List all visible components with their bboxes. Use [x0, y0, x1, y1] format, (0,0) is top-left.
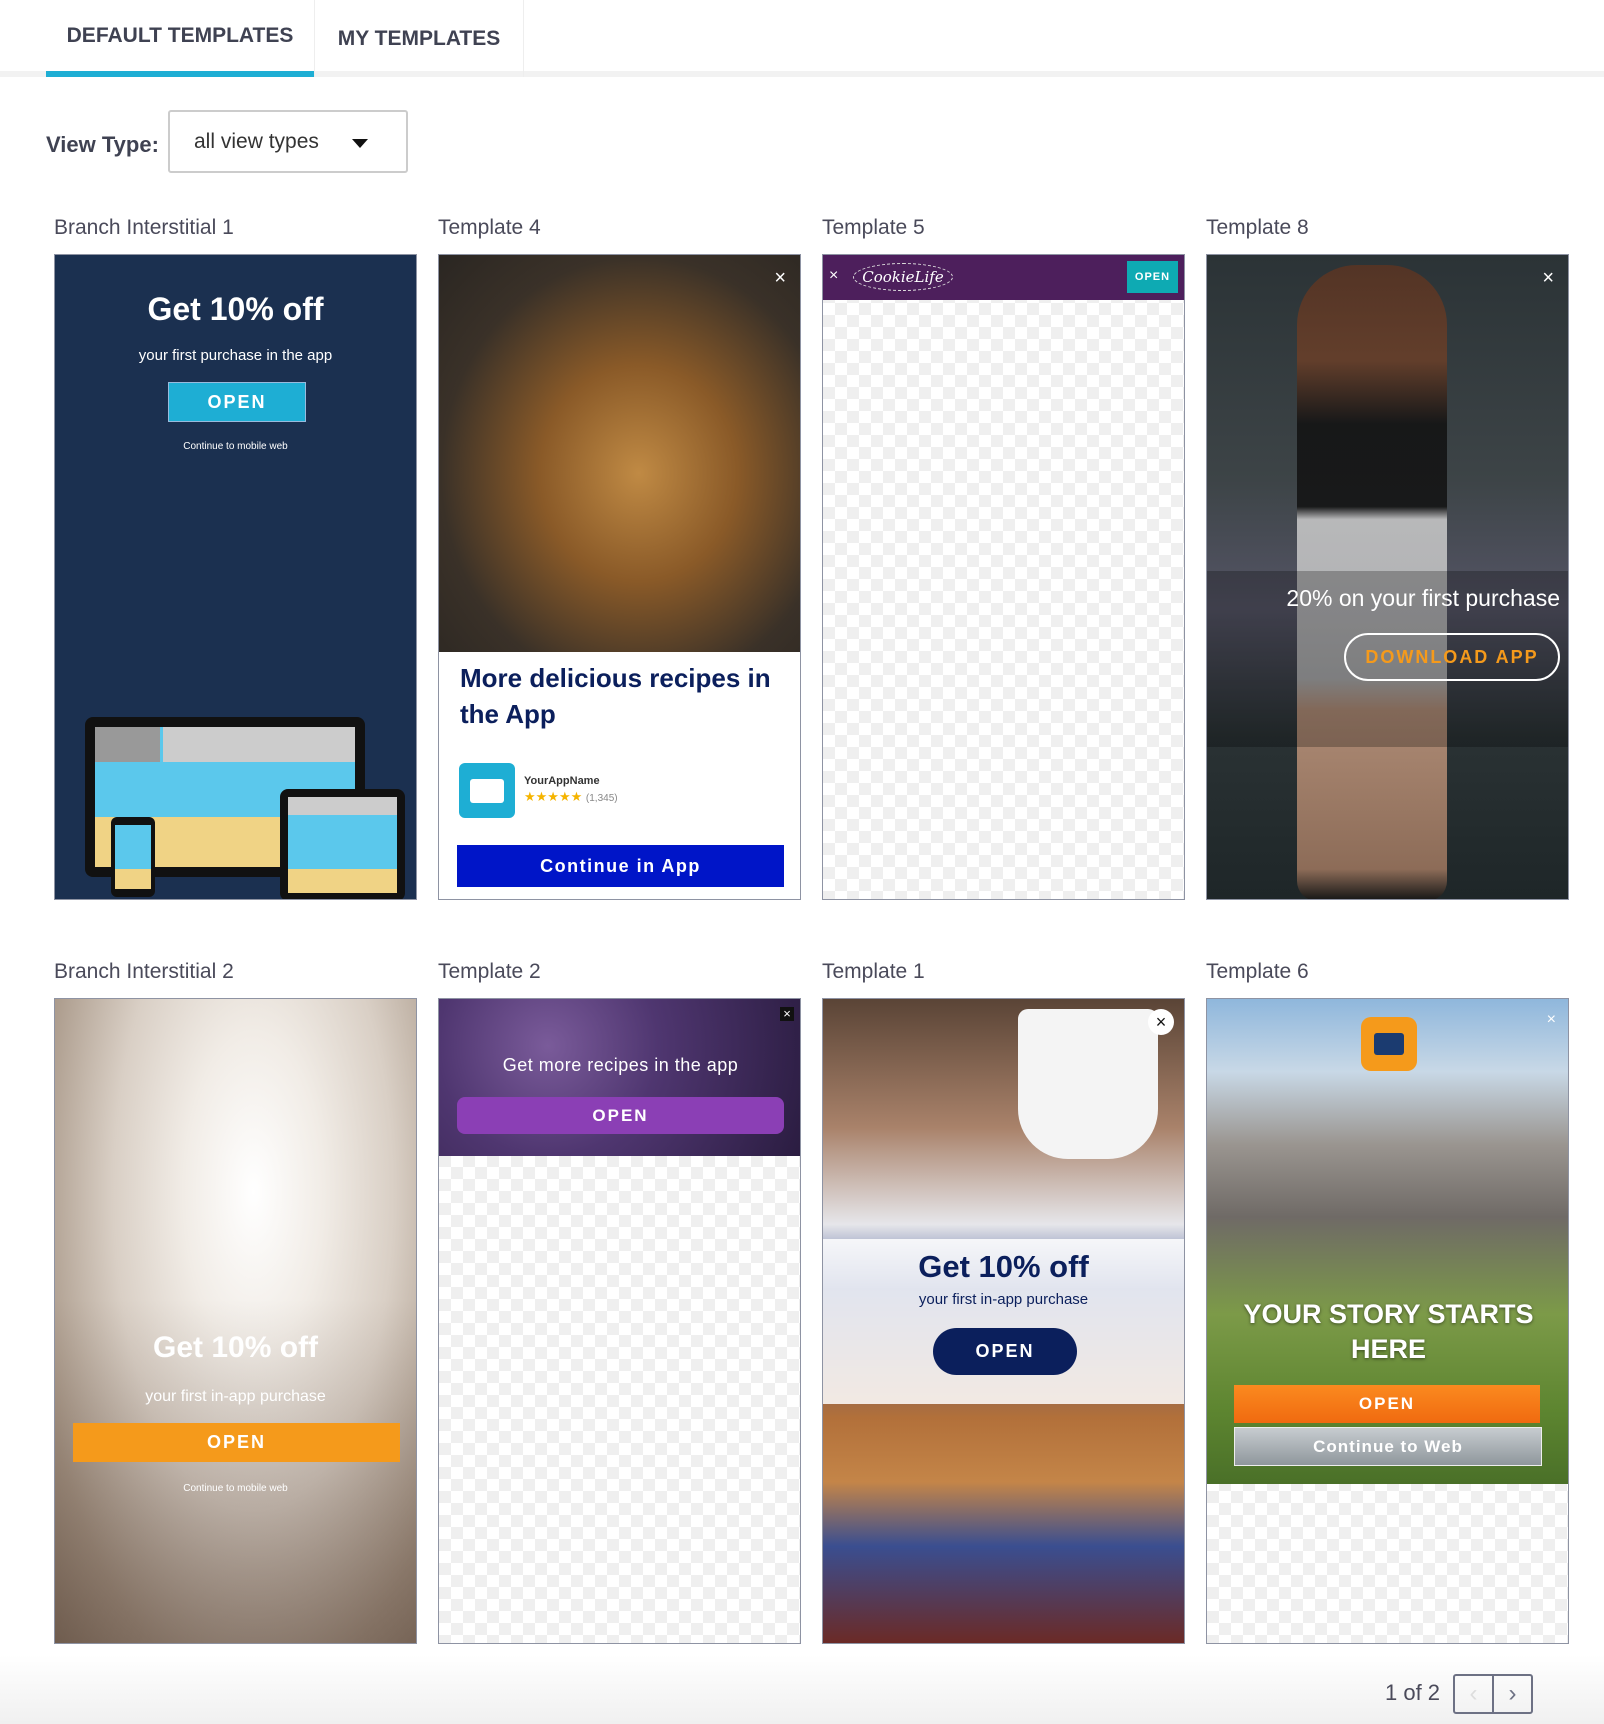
tab-default-templates[interactable]: DEFAULT TEMPLATES — [46, 0, 314, 77]
stars: ★★★★★ — [524, 789, 583, 804]
close-icon: × — [1148, 1009, 1174, 1035]
card-subtitle: your first purchase in the app — [138, 347, 333, 364]
continue-link: Continue to mobile web — [183, 441, 288, 452]
template-card-branch-interstitial-1[interactable]: Get 10% off your first purchase in the a… — [54, 254, 417, 900]
coffee-cup-photo — [1018, 1009, 1158, 1159]
close-icon: × — [780, 1007, 794, 1021]
open-button: OPEN — [457, 1097, 784, 1134]
banner-bar: × CookieLife OPEN — [823, 255, 1184, 300]
cookies-photo — [439, 255, 800, 652]
template-card-template-1[interactable]: × Get 10% off your first in-app purchase… — [822, 998, 1185, 1644]
card-title: YOUR STORY STARTS HERE — [1243, 1299, 1534, 1364]
template-card-template-6[interactable]: × YOUR STORY STARTS HERE OPEN Continue t… — [1206, 998, 1569, 1644]
app-name: YourAppName — [524, 775, 600, 787]
template-name: Template 4 — [438, 216, 541, 239]
template-card-template-4[interactable]: × More delicious recipes in the App Your… — [438, 254, 801, 900]
caret-down-icon — [352, 139, 368, 148]
footer — [0, 1655, 1604, 1724]
close-icon: × — [774, 267, 786, 289]
template-name: Template 5 — [822, 216, 925, 239]
template-card-template-8[interactable]: × 20% on your first purchase DOWNLOAD AP… — [1206, 254, 1569, 900]
tab-my-templates[interactable]: MY TEMPLATES — [314, 0, 524, 77]
open-button: OPEN — [1234, 1385, 1540, 1423]
close-icon: × — [1546, 1011, 1556, 1028]
card-title: Get 10% off — [152, 1331, 319, 1364]
app-icon — [459, 763, 515, 818]
open-button: OPEN — [168, 382, 306, 422]
page-indicator: 1 of 2 — [1385, 1680, 1441, 1705]
card-title: More delicious recipes in the App — [460, 663, 771, 729]
continue-to-web-button: Continue to Web — [1234, 1427, 1542, 1466]
continue-link: Continue to mobile web — [183, 1483, 288, 1494]
view-type-value: all view types — [194, 129, 319, 153]
app-icon — [1361, 1017, 1417, 1071]
template-name: Branch Interstitial 1 — [54, 216, 234, 239]
chevron-right-icon: › — [1508, 1680, 1517, 1707]
card-title: 20% on your first purchase — [1286, 585, 1560, 611]
rating-stars: ★★★★★ (1,345) — [524, 789, 618, 805]
close-icon: × — [1542, 267, 1554, 289]
close-icon: × — [829, 267, 839, 284]
template-name: Template 8 — [1206, 216, 1309, 239]
chevron-left-icon: ‹ — [1469, 1680, 1478, 1707]
template-name: Branch Interstitial 2 — [54, 960, 234, 983]
template-name: Template 2 — [438, 960, 541, 983]
open-button: OPEN — [73, 1423, 400, 1462]
template-card-template-2[interactable]: × Get more recipes in the app OPEN — [438, 998, 801, 1644]
open-button: OPEN — [1127, 261, 1178, 293]
card-subtitle: your first in-app purchase — [145, 1388, 326, 1405]
card-subtitle: your first in-app purchase — [918, 1291, 1089, 1308]
next-page-button[interactable]: › — [1492, 1674, 1533, 1714]
cookielife-logo: CookieLife — [853, 263, 953, 291]
blueberries-photo: × Get more recipes in the app OPEN — [439, 999, 800, 1156]
open-button: OPEN — [933, 1328, 1077, 1375]
template-card-branch-interstitial-2[interactable]: Get 10% off your first in-app purchase O… — [54, 998, 417, 1644]
download-app-button: DOWNLOAD APP — [1344, 633, 1560, 681]
template-name: Template 6 — [1206, 960, 1309, 983]
devices-illustration — [85, 717, 405, 899]
tab-bar: DEFAULT TEMPLATES MY TEMPLATES — [0, 0, 1604, 77]
card-title: Get 10% off — [918, 1249, 1089, 1284]
review-count: (1,345) — [585, 793, 618, 804]
card-title: Get more recipes in the app — [502, 1055, 739, 1075]
template-name: Template 1 — [822, 960, 925, 983]
card-title: Get 10% off — [147, 291, 324, 327]
view-type-select[interactable]: all view types — [168, 110, 408, 173]
template-card-template-5[interactable]: × CookieLife OPEN — [822, 254, 1185, 900]
prev-page-button[interactable]: ‹ — [1453, 1674, 1494, 1714]
continue-in-app-button: Continue in App — [457, 845, 784, 887]
view-type-label: View Type: — [46, 132, 159, 157]
